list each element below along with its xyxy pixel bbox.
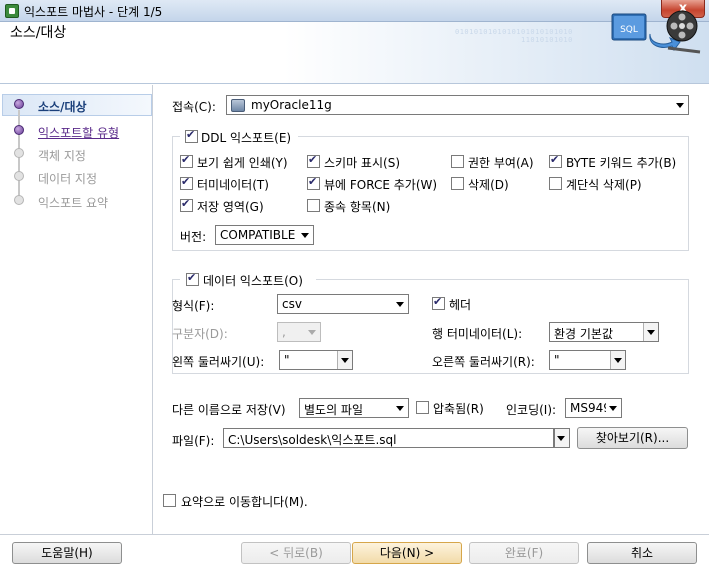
byte-keyword-label: BYTE 키워드 추가(B) <box>566 156 677 170</box>
header-checkbox[interactable] <box>432 295 445 310</box>
data-export-checkbox[interactable] <box>186 271 199 286</box>
wizard-header <box>0 22 709 84</box>
finish-button: 완료(F) <box>469 542 579 564</box>
encoding-label: 인코딩(I): <box>506 403 557 417</box>
page-title: 소스/대상 <box>10 25 67 41</box>
chevron-down-icon[interactable] <box>298 226 313 244</box>
grants-checkbox[interactable] <box>451 155 464 168</box>
row-terminator-label: 행 터미네이터(L): <box>432 327 523 341</box>
window-title: 익스포트 마법사 - 단계 1/5 <box>24 5 163 19</box>
encoding-select[interactable]: MS949 <box>565 398 622 418</box>
connection-select[interactable]: myOracle11g <box>226 95 689 115</box>
nav-step-source-target[interactable]: 소스/대상 <box>38 98 87 115</box>
file-label: 파일(F): <box>172 434 215 448</box>
pretty-print-label: 보기 쉽게 인쇄(Y) <box>197 156 288 170</box>
next-button[interactable]: 다음(N) > <box>352 542 462 564</box>
terminator-checkbox[interactable] <box>180 175 193 190</box>
browse-button[interactable]: 찾아보기(R)... <box>577 427 688 449</box>
left-enclosure-select[interactable]: " <box>279 350 353 370</box>
database-film-icon: SQL <box>611 10 701 54</box>
storage-label: 저장 영역(G) <box>197 200 264 214</box>
dependents-label: 종속 항목(N) <box>324 200 391 214</box>
left-enclosure-label: 왼쪽 둘러싸기(U): <box>172 355 265 369</box>
terminator-label: 터미네이터(T) <box>197 178 269 192</box>
byte-keyword-checkbox[interactable] <box>549 153 562 168</box>
format-select[interactable]: csv <box>277 294 409 314</box>
show-schema-checkbox[interactable] <box>307 153 320 168</box>
delimiter-label: 구분자(D): <box>172 327 228 341</box>
format-label: 형식(F): <box>172 299 215 313</box>
chevron-down-icon[interactable] <box>643 323 658 341</box>
right-enclosure-select[interactable]: " <box>549 350 626 370</box>
pretty-print-checkbox[interactable] <box>180 153 193 168</box>
sql-label: SQL <box>620 25 638 35</box>
storage-checkbox[interactable] <box>180 197 193 212</box>
compressed-label: 압축됨(R) <box>433 402 484 416</box>
cascade-drop-label: 계단식 삭제(P) <box>566 178 642 192</box>
jump-to-summary-checkbox[interactable] <box>163 494 176 507</box>
compressed-checkbox[interactable] <box>416 401 429 414</box>
version-select[interactable]: COMPATIBLE <box>215 225 314 245</box>
version-label: 버전: <box>180 230 207 244</box>
data-export-label: 데이터 익스포트(O) <box>203 274 303 288</box>
force-view-label: 뷰에 FORCE 추가(W) <box>324 178 438 192</box>
delimiter-select: , <box>277 322 321 342</box>
database-icon <box>231 99 245 112</box>
row-terminator-select[interactable]: 환경 기본값 <box>549 322 659 342</box>
chevron-down-icon[interactable] <box>393 295 408 313</box>
connection-label: 접속(C): <box>172 100 216 114</box>
step-icon <box>14 195 24 205</box>
help-button[interactable]: 도움말(H) <box>12 542 122 564</box>
ddl-export-checkbox[interactable] <box>185 128 198 143</box>
chevron-down-icon[interactable] <box>610 351 625 369</box>
back-button: < 뒤로(B) <box>241 542 351 564</box>
step-icon <box>14 171 24 181</box>
file-history-dropdown[interactable] <box>554 428 570 448</box>
nav-step-export-types[interactable]: 익스포트할 유형 <box>38 124 119 141</box>
dependents-checkbox[interactable] <box>307 199 320 212</box>
file-path-input[interactable]: C:\Users\soldesk\익스포트.sql <box>223 428 554 448</box>
step-current-icon <box>14 99 24 109</box>
app-icon <box>5 4 19 18</box>
cancel-button[interactable]: 취소 <box>587 542 697 564</box>
nav-step-data: 데이터 지정 <box>38 172 98 186</box>
header-label: 헤더 <box>449 298 472 312</box>
footer-divider <box>0 534 709 535</box>
ddl-export-label: DDL 익스포트(E) <box>201 131 292 145</box>
step-icon <box>14 125 24 135</box>
drop-label: 삭제(D) <box>468 178 509 192</box>
cascade-drop-checkbox[interactable] <box>549 177 562 190</box>
step-icon <box>14 148 24 158</box>
save-as-label: 다른 이름으로 저장(V) <box>172 403 286 417</box>
grants-label: 권한 부여(A) <box>468 156 534 170</box>
chevron-down-icon <box>305 323 320 341</box>
drop-checkbox[interactable] <box>451 177 464 190</box>
chevron-down-icon[interactable] <box>555 429 569 447</box>
chevron-down-icon[interactable] <box>393 399 408 417</box>
chevron-down-icon[interactable] <box>337 351 352 369</box>
save-as-select[interactable]: 별도의 파일 <box>299 398 409 418</box>
right-enclosure-label: 오른쪽 둘러싸기(R): <box>432 355 535 369</box>
header-binary-decoration: 0101010101010101010101010 11010101010 <box>455 28 573 44</box>
force-view-checkbox[interactable] <box>307 175 320 190</box>
nav-step-objects: 객체 지정 <box>38 149 86 163</box>
chevron-down-icon[interactable] <box>606 399 621 417</box>
jump-to-summary-label: 요약으로 이동합니다(M). <box>181 495 308 509</box>
show-schema-label: 스키마 표시(S) <box>324 156 400 170</box>
chevron-down-icon[interactable] <box>673 96 688 114</box>
nav-step-summary: 익스포트 요약 <box>38 196 109 210</box>
